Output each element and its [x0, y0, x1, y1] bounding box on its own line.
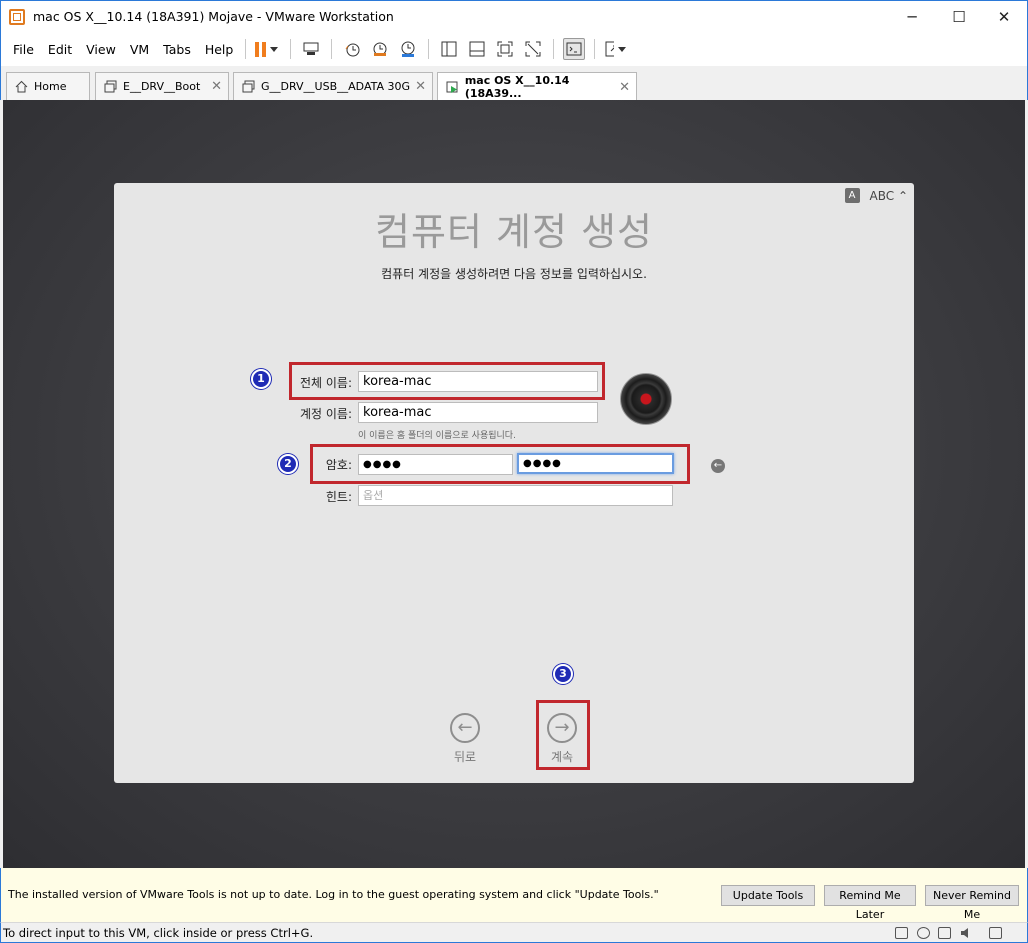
show-library-button[interactable]: [438, 38, 460, 60]
snapshot-clock-icon: [345, 43, 360, 57]
tab-home[interactable]: Home: [6, 72, 90, 100]
pause-icon: [254, 41, 266, 57]
revert-snapshot-button[interactable]: [369, 38, 391, 60]
never-remind-button[interactable]: Never Remind Me: [925, 885, 1019, 921]
menu-help[interactable]: Help: [199, 42, 240, 57]
tab-close-icon[interactable]: ✕: [619, 80, 630, 95]
revert-clock-icon: [373, 42, 387, 56]
back-label: 뒤로: [453, 750, 477, 764]
annotation-badge-1: 1: [251, 369, 271, 389]
snapshot-manager-icon: [401, 41, 415, 57]
stretch-icon: [605, 41, 615, 57]
return-arrow-icon: ←: [711, 459, 725, 473]
unity-button[interactable]: [522, 38, 544, 60]
tab-bar: Home E__DRV__Boot ✕ G__DRV__USB__ADATA 3…: [0, 66, 1028, 101]
window-title: mac OS X__10.14 (18A391) Mojave - VMware…: [33, 9, 394, 24]
annotation-badge-3: 3: [553, 664, 573, 684]
console-view-button[interactable]: [563, 38, 586, 60]
close-button[interactable]: ✕: [981, 1, 1027, 32]
vmware-tools-notification: The installed version of VMware Tools is…: [0, 868, 1028, 922]
hint-label: 힌트:: [325, 490, 352, 504]
account-name-field[interactable]: korea-mac: [358, 402, 598, 423]
macos-setup-window: A ABC ⌃ 컴퓨터 계정 생성 컴퓨터 계정을 생성하려면 다음 정보를 입…: [114, 183, 914, 783]
title-bar: mac OS X__10.14 (18A391) Mojave - VMware…: [0, 0, 1028, 32]
network-adapter-icon[interactable]: [938, 927, 951, 939]
tab-close-icon[interactable]: ✕: [415, 79, 426, 94]
home-icon: [15, 80, 28, 93]
chevron-down-icon: [618, 46, 627, 52]
account-name-label: 계정 이름:: [299, 407, 352, 421]
vmware-app-icon: [9, 8, 25, 25]
message-log-icon[interactable]: [989, 927, 1002, 939]
status-bar: To direct input to this VM, click inside…: [0, 922, 1028, 943]
show-thumbnail-bar-button[interactable]: [466, 38, 488, 60]
vm-running-icon: [446, 81, 458, 93]
tab-label: E__DRV__Boot: [123, 80, 201, 93]
annotation-box-full-name: [289, 362, 605, 400]
menu-edit[interactable]: Edit: [42, 42, 78, 57]
menu-vm[interactable]: VM: [124, 42, 155, 57]
keyboard-send-icon: [303, 42, 319, 55]
menu-file[interactable]: File: [7, 42, 40, 57]
terminal-icon: [566, 42, 582, 56]
password-hint-field[interactable]: 옵션: [358, 485, 673, 506]
annotation-badge-2: 2: [278, 454, 298, 474]
annotation-box-continue: [536, 700, 590, 770]
tab-label: Home: [34, 80, 67, 93]
send-ctrl-alt-del-button[interactable]: [300, 38, 322, 60]
back-button[interactable]: ← 뒤로: [435, 713, 495, 765]
toolbar-separator: [428, 39, 430, 59]
stretch-guest-button[interactable]: [604, 38, 627, 60]
toolbar-separator: [594, 39, 596, 59]
toolbar-separator: [245, 39, 247, 59]
chevron-down-icon: [269, 46, 278, 52]
minimize-button[interactable]: ─: [889, 1, 935, 32]
full-screen-button[interactable]: [494, 38, 516, 60]
menu-toolbar: File Edit View VM Tabs Help: [0, 32, 1028, 66]
page-subtitle: 컴퓨터 계정을 생성하려면 다음 정보를 입력하십시오.: [381, 267, 647, 281]
tab-e-drv-boot[interactable]: E__DRV__Boot ✕: [95, 72, 229, 100]
thumbnail-layout-icon: [469, 41, 485, 57]
hard-disk-icon[interactable]: [895, 927, 908, 939]
remind-later-button[interactable]: Remind Me Later: [824, 885, 916, 921]
sound-card-icon[interactable]: [960, 927, 973, 939]
sidebar-layout-icon: [441, 41, 457, 57]
notification-message: The installed version of VMware Tools is…: [8, 888, 659, 901]
unity-mode-icon: [525, 41, 541, 57]
cd-dvd-icon[interactable]: [917, 927, 930, 939]
account-name-hint: 이 이름은 홈 폴더의 이름으로 사용됩니다.: [358, 431, 516, 441]
tab-macos-mojave[interactable]: mac OS X__10.14 (18A39... ✕: [437, 72, 637, 101]
pause-button[interactable]: [254, 38, 278, 60]
snapshot-button[interactable]: [341, 38, 363, 60]
maximize-button[interactable]: ☐: [936, 1, 982, 32]
menu-tabs[interactable]: Tabs: [157, 42, 197, 57]
tab-g-drv-usb[interactable]: G__DRV__USB__ADATA 30G ✕: [233, 72, 433, 100]
menu-view[interactable]: View: [80, 42, 122, 57]
update-tools-button[interactable]: Update Tools: [721, 885, 815, 906]
page-title: 컴퓨터 계정 생성: [375, 210, 653, 254]
toolbar-separator: [290, 39, 292, 59]
snapshot-manager-button[interactable]: [397, 38, 419, 60]
arrow-left-icon: ←: [450, 713, 480, 743]
full-screen-icon: [497, 41, 513, 57]
vm-copy-icon: [242, 80, 255, 93]
vm-console[interactable]: A ABC ⌃ 컴퓨터 계정 생성 컴퓨터 계정을 생성하려면 다음 정보를 입…: [3, 100, 1025, 868]
tab-label: G__DRV__USB__ADATA 30G: [261, 80, 411, 93]
status-text: To direct input to this VM, click inside…: [3, 926, 314, 940]
tab-label: mac OS X__10.14 (18A39...: [464, 74, 570, 100]
annotation-box-password: [310, 444, 690, 484]
vm-copy-icon: [104, 80, 117, 93]
toolbar-separator: [553, 39, 555, 59]
tab-close-icon[interactable]: ✕: [211, 79, 222, 94]
toolbar-separator: [331, 39, 333, 59]
user-avatar[interactable]: [620, 373, 672, 425]
